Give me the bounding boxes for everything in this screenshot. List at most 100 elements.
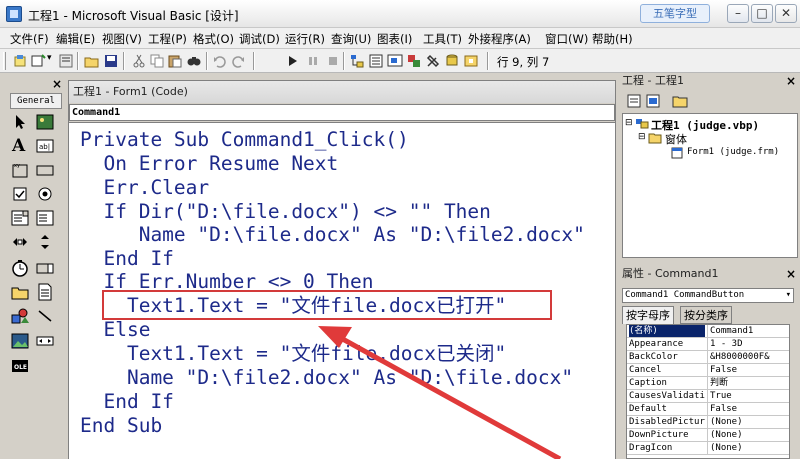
add-project-icon[interactable]: [12, 53, 28, 69]
code-line[interactable]: Name "D:\file2.docx" As "D:\file.docx": [80, 367, 573, 389]
picturebox-icon[interactable]: [36, 113, 54, 131]
code-line[interactable]: End If: [80, 391, 173, 413]
property-row[interactable]: BackColor &H8000000F&: [627, 351, 789, 364]
code-line[interactable]: Text1.Text = "文件file.docx已关闭": [80, 343, 506, 365]
property-row[interactable]: (名称) Command1: [627, 325, 789, 338]
menu-view[interactable]: 视图(V): [102, 31, 142, 47]
code-line[interactable]: On Error Resume Next: [80, 153, 338, 175]
property-row[interactable]: Cancel False: [627, 364, 789, 377]
menu-diagram[interactable]: 图表(I): [377, 31, 412, 47]
ole-icon[interactable]: OLE: [11, 357, 29, 375]
maximize-button[interactable]: □: [751, 4, 773, 23]
hscrollbar-icon[interactable]: [11, 233, 29, 251]
code-line[interactable]: End Sub: [80, 415, 162, 437]
redo-icon[interactable]: [230, 53, 246, 69]
property-row[interactable]: DisabledPictur (None): [627, 416, 789, 429]
find-icon[interactable]: [186, 53, 202, 69]
chevron-down-icon[interactable]: ▾: [786, 289, 791, 302]
tab-categorized[interactable]: 按分类序: [680, 306, 732, 324]
project-explorer-icon[interactable]: [349, 53, 365, 69]
toolbox-icon[interactable]: [425, 53, 441, 69]
tree-form-node[interactable]: Form1 (judge.frm): [687, 147, 779, 157]
menu-help[interactable]: 帮助(H): [592, 31, 633, 47]
code-line[interactable]: End If: [80, 248, 173, 270]
frame-icon[interactable]: xy: [11, 161, 29, 179]
cut-icon[interactable]: [131, 53, 147, 69]
drivelistbox-icon[interactable]: [36, 259, 54, 277]
code-window: 工程1 - Form1 (Code) Command1 Private Sub …: [68, 80, 616, 459]
chevron-down-icon[interactable]: ▾: [47, 53, 52, 63]
view-object-icon[interactable]: [646, 94, 660, 108]
save-icon[interactable]: [103, 53, 119, 69]
menu-debug[interactable]: 调试(D): [239, 31, 280, 47]
line-icon[interactable]: [36, 307, 54, 325]
property-row[interactable]: Appearance 1 - 3D: [627, 338, 789, 351]
filelistbox-icon[interactable]: [36, 283, 54, 301]
code-line[interactable]: Err.Clear: [80, 177, 209, 199]
form-layout-icon[interactable]: [387, 53, 403, 69]
property-row[interactable]: DragIcon (None): [627, 442, 789, 455]
menu-file[interactable]: 文件(F): [10, 31, 49, 47]
properties-window-icon[interactable]: [368, 53, 384, 69]
tree-collapse-icon[interactable]: ⊟: [638, 132, 646, 142]
code-line[interactable]: Private Sub Command1_Click(): [80, 129, 409, 151]
dirlistbox-icon[interactable]: [11, 283, 29, 301]
image-icon[interactable]: [11, 332, 29, 350]
properties-panel: 属性 - Command1 × Command1 CommandButton ▾…: [618, 266, 800, 459]
paste-icon[interactable]: [167, 53, 183, 69]
property-row[interactable]: DownPicture (None): [627, 429, 789, 442]
run-icon[interactable]: [285, 53, 301, 69]
menu-addins[interactable]: 外接程序(A): [468, 31, 531, 47]
listbox-icon[interactable]: [36, 209, 54, 227]
code-line[interactable]: If Dir("D:\file.docx") <> "" Then: [80, 201, 490, 223]
component-manager-icon[interactable]: [463, 53, 479, 69]
close-button[interactable]: ✕: [775, 4, 797, 23]
pointer-icon[interactable]: [11, 113, 29, 131]
menu-window[interactable]: 窗口(W): [545, 31, 588, 47]
optionbutton-icon[interactable]: [36, 185, 54, 203]
property-row[interactable]: CausesValidati True: [627, 390, 789, 403]
toolbox-close-icon[interactable]: ×: [52, 77, 62, 91]
menu-project[interactable]: 工程(P): [148, 31, 187, 47]
data-icon[interactable]: [36, 332, 54, 350]
view-code-icon[interactable]: [627, 94, 641, 108]
undo-icon[interactable]: [212, 53, 228, 69]
vscrollbar-icon[interactable]: [36, 233, 54, 251]
add-form-icon[interactable]: [30, 53, 46, 69]
tab-alphabetic[interactable]: 按字母序: [622, 306, 674, 324]
properties-object-combobox[interactable]: Command1 CommandButton ▾: [622, 288, 794, 303]
break-icon[interactable]: [305, 53, 321, 69]
tree-collapse-icon[interactable]: ⊟: [625, 118, 633, 128]
open-project-icon[interactable]: [84, 53, 100, 69]
menu-run[interactable]: 运行(R): [285, 31, 325, 47]
property-row[interactable]: Caption 判断: [627, 377, 789, 390]
property-row[interactable]: Default False: [627, 403, 789, 416]
menu-query[interactable]: 查询(U): [331, 31, 371, 47]
toolbar-grip[interactable]: [3, 52, 6, 70]
combobox-icon[interactable]: [11, 209, 29, 227]
checkbox-icon[interactable]: [11, 185, 29, 203]
copy-icon[interactable]: [149, 53, 165, 69]
toolbox-tab-general[interactable]: General: [10, 93, 62, 109]
commandbutton-icon[interactable]: [36, 161, 54, 179]
menu-editor-icon[interactable]: [58, 53, 74, 69]
object-browser-icon[interactable]: [406, 53, 422, 69]
data-view-icon[interactable]: [444, 53, 460, 69]
ime-indicator[interactable]: 五笔字型: [640, 4, 710, 23]
properties-panel-close-icon[interactable]: ×: [786, 267, 796, 281]
textbox-icon[interactable]: ab|: [36, 137, 54, 155]
tree-forms-folder[interactable]: 窗体: [665, 131, 687, 147]
project-panel-close-icon[interactable]: ×: [786, 74, 796, 88]
minimize-button[interactable]: –: [727, 4, 749, 23]
menu-tools[interactable]: 工具(T): [423, 31, 462, 47]
stop-icon[interactable]: [325, 53, 341, 69]
code-line[interactable]: Else: [80, 319, 150, 341]
code-line[interactable]: Name "D:\file.docx" As "D:\file2.docx": [80, 224, 585, 246]
object-combobox[interactable]: Command1: [69, 104, 615, 121]
toggle-folders-icon[interactable]: [672, 94, 688, 108]
menu-edit[interactable]: 编辑(E): [56, 31, 95, 47]
label-icon[interactable]: A: [12, 136, 30, 156]
shape-icon[interactable]: [11, 307, 29, 325]
timer-icon[interactable]: [11, 259, 29, 277]
menu-format[interactable]: 格式(O): [193, 31, 234, 47]
